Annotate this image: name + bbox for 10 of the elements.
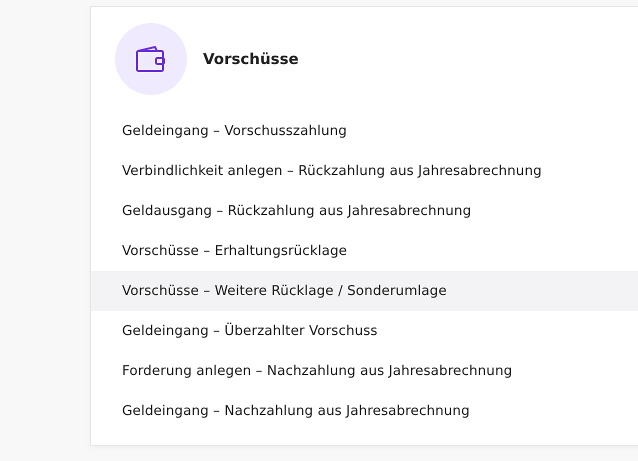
menu-item[interactable]: Geldeingang – Vorschusszahlung [91, 111, 638, 151]
menu-item[interactable]: Verbindlichkeit anlegen – Rückzahlung aus Jahresabrechnung [91, 151, 638, 191]
menu-item[interactable]: Vorschüsse – Weitere Rücklage / Sonderumlage [91, 271, 638, 311]
menu-item[interactable]: Vorschüsse – Erhaltungsrücklage [91, 231, 638, 271]
wallet-icon [135, 45, 167, 73]
card-title: Vorschüsse [203, 50, 299, 68]
menu-item[interactable]: Geldeingang – Nachzahlung aus Jahresabrechnung [91, 391, 638, 431]
menu-item[interactable]: Geldeingang – Überzahlter Vorschuss [91, 311, 638, 351]
menu-item[interactable]: Forderung anlegen – Nachzahlung aus Jahresabrechnung [91, 351, 638, 391]
menu-item[interactable]: Geldausgang – Rückzahlung aus Jahresabrechnung [91, 191, 638, 231]
